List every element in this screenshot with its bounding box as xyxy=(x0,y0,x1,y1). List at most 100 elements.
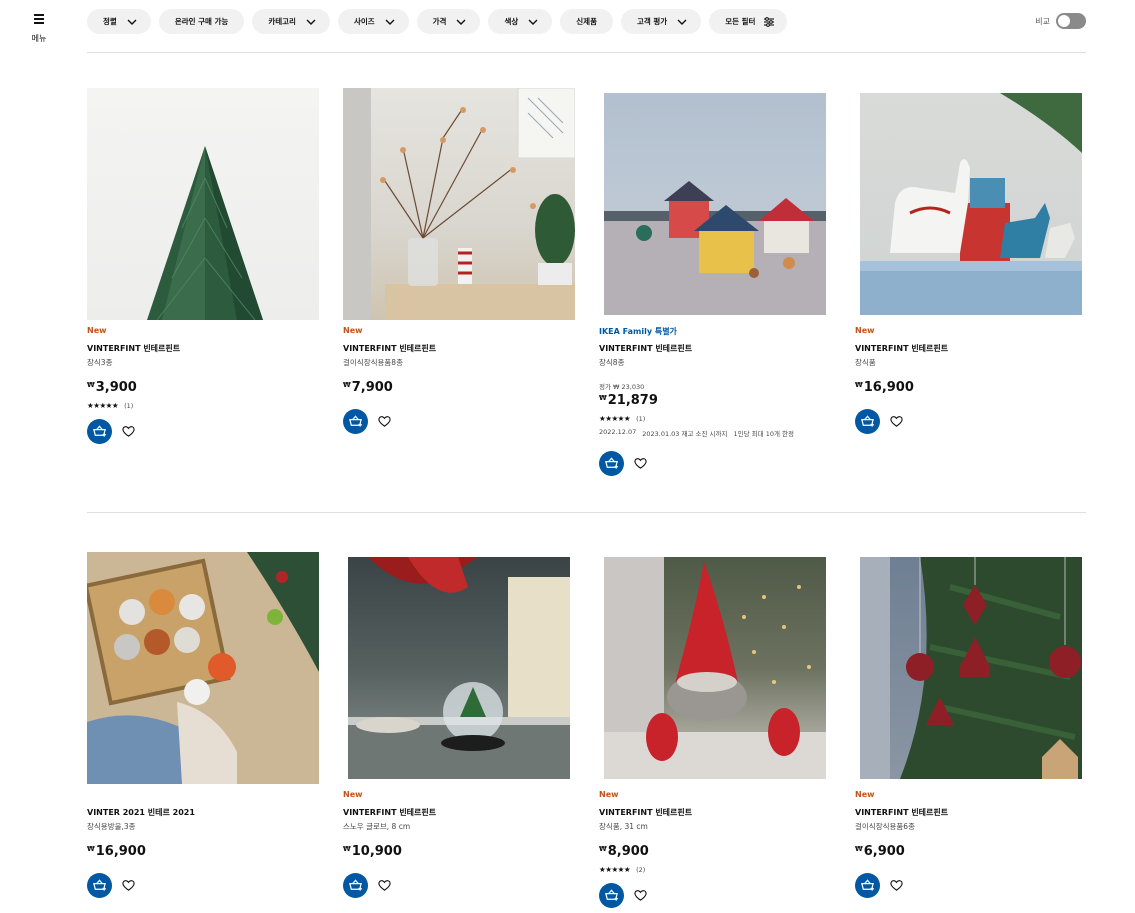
product-name[interactable]: VINTERFINT 빈테르핀트 xyxy=(855,343,1087,354)
compare-label: 비교 xyxy=(1035,16,1050,26)
product-card[interactable]: New VINTERFINT 빈테르핀트 스노우 글로브, 8 cm ₩10,9… xyxy=(343,552,575,898)
filter-all-filters[interactable]: 모든 필터 xyxy=(709,9,788,34)
product-image[interactable] xyxy=(855,552,1087,784)
price-value: 16,900 xyxy=(863,380,914,395)
filter-size[interactable]: 사이즈 xyxy=(337,9,409,34)
filter-label: 사이즈 xyxy=(353,17,375,26)
price-value: 3,900 xyxy=(95,380,137,395)
product-card[interactable]: New VINTERFINT 빈테르핀트 장식3종 ₩3,900 ★★★★★ (… xyxy=(87,88,319,444)
filter-sort[interactable]: 정렬 xyxy=(87,9,151,34)
star-rating-icon: ★★★★★ xyxy=(87,401,119,410)
rating[interactable]: ★★★★★ (1) xyxy=(599,414,831,423)
product-name[interactable]: VINTERFINT 빈테르핀트 xyxy=(599,343,831,354)
add-to-cart-button[interactable] xyxy=(87,873,112,898)
product-image[interactable] xyxy=(343,552,575,784)
product-card[interactable]: VINTER 2021 빈테르 2021 장식용방울,3종 ₩16,900 xyxy=(87,552,319,898)
rating[interactable]: ★★★★★ (1) xyxy=(87,401,319,410)
filter-label: 색상 xyxy=(504,17,519,26)
product-image[interactable] xyxy=(87,88,319,320)
chevron-down-icon xyxy=(385,19,395,25)
regular-price: 정가 ₩ 23,030 xyxy=(599,383,645,391)
product-name[interactable]: VINTERFINT 빈테르핀트 xyxy=(343,343,575,354)
product-name[interactable]: VINTERFINT 빈테르핀트 xyxy=(87,343,319,354)
filter-label: 카테고리 xyxy=(268,17,296,26)
filter-online-available[interactable]: 온라인 구매 가능 xyxy=(158,9,245,34)
heart-icon[interactable] xyxy=(378,879,391,892)
compare-toggle[interactable] xyxy=(1056,13,1086,29)
add-to-cart-button[interactable] xyxy=(855,873,880,898)
badge-placeholder xyxy=(87,790,319,801)
currency-symbol: ₩ xyxy=(343,845,351,853)
product-description: 스노우 글로브, 8 cm xyxy=(343,822,411,831)
currency-symbol: ₩ xyxy=(855,845,863,853)
product-actions xyxy=(87,419,319,444)
heart-icon[interactable] xyxy=(122,879,135,892)
product-name[interactable]: VINTERFINT 빈테르핀트 xyxy=(855,807,1087,818)
add-to-cart-button[interactable] xyxy=(343,873,368,898)
currency-symbol: ₩ xyxy=(87,381,95,389)
filter-bar: 정렬 온라인 구매 가능 카테고리 사이즈 가격 색상 신제품 고객 평가 모든… xyxy=(87,9,788,34)
price-value: 6,900 xyxy=(863,844,905,859)
promotion-start: 2022.12.07 xyxy=(599,428,637,436)
product-image[interactable] xyxy=(855,88,1087,320)
product-card[interactable]: New VINTERFINT 빈테르핀트 걸이식장식용품8종 ₩7,900 xyxy=(343,88,575,434)
product-price: ₩21,879 xyxy=(599,393,831,408)
price-value: 8,900 xyxy=(607,844,649,859)
cart-icon xyxy=(605,889,619,901)
product-card[interactable]: New VINTERFINT 빈테르핀트 걸이식장식용품6종 ₩6,900 xyxy=(855,552,1087,898)
product-card[interactable]: New VINTERFINT 빈테르핀트 장식품 ₩16,900 xyxy=(855,88,1087,434)
filter-category[interactable]: 카테고리 xyxy=(252,9,330,34)
product-image[interactable] xyxy=(87,552,319,784)
new-badge: New xyxy=(599,790,619,799)
family-price-badge: IKEA Family 특별가 xyxy=(599,327,677,336)
divider xyxy=(87,52,1086,53)
add-to-cart-button[interactable] xyxy=(599,883,624,908)
cart-icon xyxy=(93,425,107,437)
heart-icon[interactable] xyxy=(890,415,903,428)
filter-label: 온라인 구매 가능 xyxy=(174,17,229,26)
product-image[interactable] xyxy=(599,88,831,320)
price-value: 16,900 xyxy=(95,844,146,859)
filter-label: 가격 xyxy=(432,17,447,26)
currency-symbol: ₩ xyxy=(599,845,607,853)
product-price: ₩16,900 xyxy=(87,844,319,859)
cart-icon xyxy=(605,457,619,469)
product-name[interactable]: VINTERFINT 빈테르핀트 xyxy=(343,807,575,818)
filter-new-products[interactable]: 신제품 xyxy=(560,9,613,34)
promotion-end: 2023.01.03 재고 소진 시까지 xyxy=(642,430,728,438)
cart-icon xyxy=(93,879,107,891)
heart-icon[interactable] xyxy=(378,415,391,428)
product-actions xyxy=(343,873,575,898)
toggle-knob xyxy=(1058,15,1070,27)
hamburger-icon xyxy=(34,14,44,24)
product-name[interactable]: VINTER 2021 빈테르 2021 xyxy=(87,807,319,818)
divider xyxy=(87,512,1086,513)
product-image[interactable] xyxy=(599,552,831,784)
menu-button[interactable]: 메뉴 xyxy=(26,14,52,44)
cart-icon xyxy=(861,879,875,891)
chevron-down-icon xyxy=(127,19,137,25)
product-card[interactable]: IKEA Family 특별가 VINTERFINT 빈테르핀트 장식8종 정가… xyxy=(599,88,831,476)
add-to-cart-button[interactable] xyxy=(599,451,624,476)
filter-customer-rating[interactable]: 고객 평가 xyxy=(620,9,702,34)
heart-icon[interactable] xyxy=(122,425,135,438)
star-rating-icon: ★★★★★ xyxy=(599,865,631,874)
heart-icon[interactable] xyxy=(634,457,647,470)
cart-icon xyxy=(349,879,363,891)
product-description: 장식8종 xyxy=(599,358,625,367)
filter-color[interactable]: 색상 xyxy=(488,9,553,34)
product-name[interactable]: VINTERFINT 빈테르핀트 xyxy=(599,807,831,818)
filter-price[interactable]: 가격 xyxy=(416,9,481,34)
product-description: 장식용방울,3종 xyxy=(87,822,136,831)
add-to-cart-button[interactable] xyxy=(855,409,880,434)
add-to-cart-button[interactable] xyxy=(87,419,112,444)
heart-icon[interactable] xyxy=(634,889,647,902)
rating-count: (1) xyxy=(124,401,134,410)
product-image[interactable] xyxy=(343,88,575,320)
heart-icon[interactable] xyxy=(890,879,903,892)
product-card[interactable]: New VINTERFINT 빈테르핀트 장식품, 31 cm ₩8,900 ★… xyxy=(599,552,831,908)
rating[interactable]: ★★★★★ (2) xyxy=(599,865,831,874)
chevron-down-icon xyxy=(528,19,538,25)
add-to-cart-button[interactable] xyxy=(343,409,368,434)
star-rating-icon: ★★★★★ xyxy=(599,414,631,423)
